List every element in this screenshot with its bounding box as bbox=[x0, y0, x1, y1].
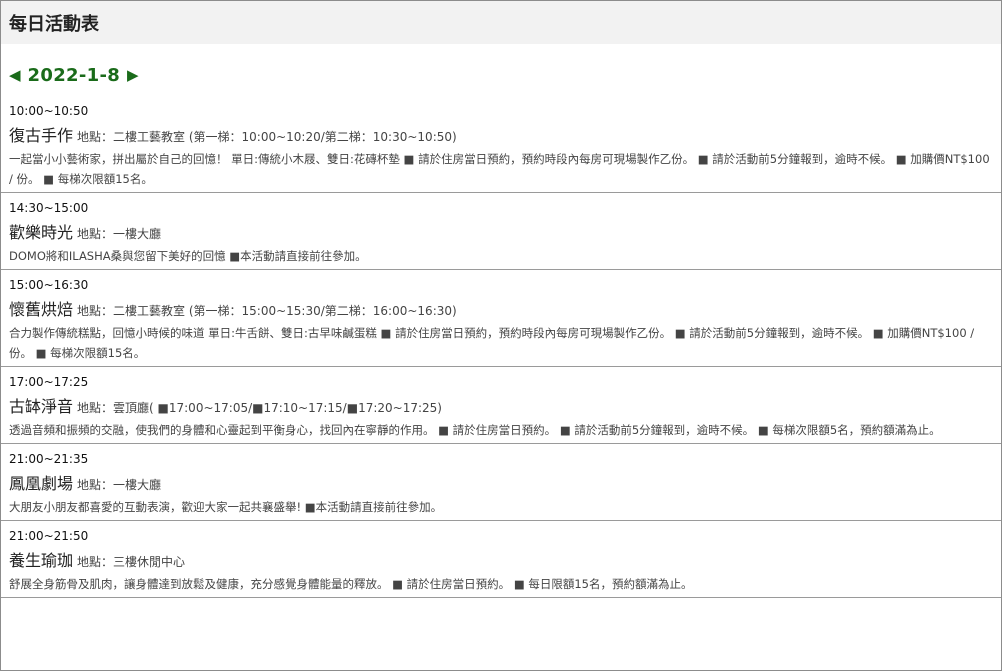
event-location: 一樓大廳 bbox=[113, 478, 162, 492]
event-description: 大朋友小朋友都喜愛的互動表演，歡迎大家一起共襄盛舉! ■本活動請直接前往參加。 bbox=[9, 500, 443, 514]
event-description: 透過音頻和振頻的交融，使我們的身體和心靈起到平衡身心，找回內在寧靜的作用。 ■ … bbox=[9, 423, 941, 437]
event-item: 14:30~15:00 歡樂時光 地點：一樓大廳 DOMO將和ILASHA桑與您留… bbox=[1, 193, 1001, 270]
event-location: 二樓工藝教室 (第一梯：15:00~15:30/第二梯：16:00~16:30) bbox=[113, 304, 457, 318]
event-description: 一起當小小藝術家，拼出屬於自己的回憶！ 單日:傳統小木屐、雙日:花磚杯墊 ■ 請… bbox=[9, 152, 990, 186]
event-title: 歡樂時光 bbox=[9, 223, 74, 242]
event-title-row: 古缽淨音 地點：雲頂廳( ■17:00~17:05/■17:10~17:15/■1… bbox=[9, 393, 993, 420]
event-time: 17:00~17:25 bbox=[9, 375, 89, 389]
event-location: 二樓工藝教室 (第一梯：10:00~10:20/第二梯：10:30~10:50) bbox=[113, 130, 457, 144]
prev-day-arrow-icon[interactable]: ◀ bbox=[9, 67, 21, 83]
location-label: 地點： bbox=[77, 227, 114, 241]
event-title-row: 復古手作 地點：二樓工藝教室 (第一梯：10:00~10:20/第二梯：10:30… bbox=[9, 122, 993, 149]
page-header: 每日活動表 bbox=[1, 1, 1001, 44]
location-label: 地點： bbox=[77, 555, 114, 569]
location-label: 地點： bbox=[77, 478, 114, 492]
date-navigator: ◀ 2022-1-8 ▶ bbox=[1, 63, 1001, 87]
event-item: 21:00~21:50 養生瑜珈 地點：三樓休閒中心 舒展全身筋骨及肌肉，讓身體達… bbox=[1, 521, 1001, 598]
event-title: 古缽淨音 bbox=[9, 397, 74, 416]
current-date: 2022-1-8 bbox=[27, 64, 121, 86]
schedule-window: 每日活動表 ◀ 2022-1-8 ▶ 10:00~10:50 復古手作 地點：二樓… bbox=[0, 0, 1002, 671]
location-label: 地點： bbox=[77, 401, 114, 415]
location-label: 地點： bbox=[77, 304, 114, 318]
event-title: 復古手作 bbox=[9, 126, 74, 145]
event-time: 14:30~15:00 bbox=[9, 201, 89, 215]
event-item: 15:00~16:30 懷舊烘焙 地點：二樓工藝教室 (第一梯：15:00~15:… bbox=[1, 270, 1001, 367]
event-title: 養生瑜珈 bbox=[9, 551, 74, 570]
event-time: 15:00~16:30 bbox=[9, 278, 89, 292]
event-time: 21:00~21:35 bbox=[9, 452, 89, 466]
event-location: 一樓大廳 bbox=[113, 227, 162, 241]
event-description: 舒展全身筋骨及肌肉，讓身體達到放鬆及健康，充分感覺身體能量的釋放。 ■ 請於住房… bbox=[9, 577, 693, 591]
event-list: 10:00~10:50 復古手作 地點：二樓工藝教室 (第一梯：10:00~10:… bbox=[1, 96, 1001, 598]
event-time: 10:00~10:50 bbox=[9, 104, 89, 118]
event-time: 21:00~21:50 bbox=[9, 529, 89, 543]
event-title: 懷舊烘焙 bbox=[9, 300, 74, 319]
event-item: 17:00~17:25 古缽淨音 地點：雲頂廳( ■17:00~17:05/■17… bbox=[1, 367, 1001, 444]
next-day-arrow-icon[interactable]: ▶ bbox=[127, 67, 139, 83]
page-title: 每日活動表 bbox=[9, 13, 99, 35]
location-label: 地點： bbox=[77, 130, 114, 144]
event-title-row: 鳳凰劇場 地點：一樓大廳 bbox=[9, 470, 993, 497]
event-location: 雲頂廳( ■17:00~17:05/■17:10~17:15/■17:20~17… bbox=[113, 401, 442, 415]
event-title: 鳳凰劇場 bbox=[9, 474, 74, 493]
event-title-row: 懷舊烘焙 地點：二樓工藝教室 (第一梯：15:00~15:30/第二梯：16:00… bbox=[9, 296, 993, 323]
event-item: 10:00~10:50 復古手作 地點：二樓工藝教室 (第一梯：10:00~10:… bbox=[1, 96, 1001, 193]
event-item: 21:00~21:35 鳳凰劇場 地點：一樓大廳 大朋友小朋友都喜愛的互動表演，歡… bbox=[1, 444, 1001, 521]
event-description: DOMO將和ILASHA桑與您留下美好的回憶 ■本活動請直接前往參加。 bbox=[9, 249, 367, 263]
event-description: 合力製作傳統糕點，回憶小時候的味道 單日:牛舌餅、雙日:古早味鹹蛋糕 ■ 請於住… bbox=[9, 326, 975, 360]
event-title-row: 養生瑜珈 地點：三樓休閒中心 bbox=[9, 547, 993, 574]
event-title-row: 歡樂時光 地點：一樓大廳 bbox=[9, 219, 993, 246]
event-location: 三樓休閒中心 bbox=[113, 555, 186, 569]
